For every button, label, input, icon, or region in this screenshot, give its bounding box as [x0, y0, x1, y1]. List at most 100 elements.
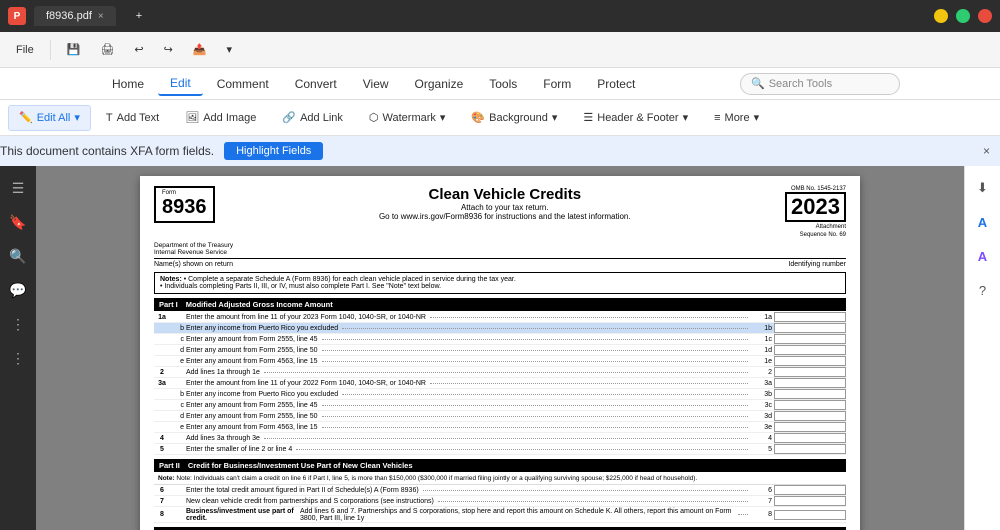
sidebar-comment-icon[interactable]: 💬: [4, 276, 32, 304]
line-2-input[interactable]: [774, 367, 846, 377]
minimize-btn[interactable]: [934, 9, 948, 23]
notes-line1: • Complete a separate Schedule A (Form 8…: [184, 276, 516, 283]
line-6-code: 6: [754, 487, 772, 494]
header-footer-btn[interactable]: ☰ Header & Footer ▾: [572, 105, 699, 131]
sidebar-bookmark-icon[interactable]: 🔖: [4, 208, 32, 236]
ai-icon-2[interactable]: A: [969, 242, 997, 270]
watermark-btn[interactable]: ⬡ Watermark ▾: [358, 105, 457, 131]
form-title-area: Clean Vehicle Credits Attach to your tax…: [225, 186, 786, 221]
menu-tools[interactable]: Tools: [477, 73, 529, 95]
line-3a-input[interactable]: [774, 378, 846, 388]
line-6-row: 6 Enter the total credit amount figured …: [154, 485, 846, 496]
sidebar-search-icon[interactable]: 🔍: [4, 242, 32, 270]
menu-organize[interactable]: Organize: [403, 73, 476, 95]
line-1e-input[interactable]: [774, 356, 846, 366]
line-4-input[interactable]: [774, 433, 846, 443]
edit-all-btn[interactable]: ✏️ Edit All ▾: [8, 105, 91, 131]
watermark-label: Watermark: [383, 112, 436, 124]
menu-home[interactable]: Home: [100, 73, 156, 95]
line-3e-input[interactable]: [774, 422, 846, 432]
title-bar-left: P f8936.pdf × +: [8, 6, 154, 26]
help-icon[interactable]: ?: [969, 276, 997, 304]
menu-comment[interactable]: Comment: [205, 73, 281, 95]
notification-close-btn[interactable]: ×: [983, 144, 990, 158]
line-1d-code: 1d: [754, 347, 772, 354]
line-5-row: 5 Enter the smaller of line 2 or line 4 …: [154, 444, 846, 455]
file-tab[interactable]: f8936.pdf ×: [34, 6, 116, 26]
menu-edit[interactable]: Edit: [158, 72, 203, 96]
line-3d-input[interactable]: [774, 411, 846, 421]
add-image-btn[interactable]: 🖼 Add Image: [174, 105, 267, 131]
part2-note-label: Note:: [158, 475, 176, 482]
line-1d-input[interactable]: [774, 345, 846, 355]
download-icon[interactable]: ⬇: [969, 174, 997, 202]
add-text-btn[interactable]: T Add Text: [95, 105, 170, 131]
part1-header: Part I Modified Adjusted Gross Income Am…: [154, 298, 846, 311]
line-5-input[interactable]: [774, 444, 846, 454]
add-tab-btn[interactable]: +: [124, 6, 154, 26]
dropdown-icon: ▾: [74, 111, 80, 124]
edit-icon: ✏️: [19, 111, 33, 124]
ai-icon-1[interactable]: A: [969, 208, 997, 236]
line-7-desc: New clean vehicle credit from partnershi…: [186, 498, 752, 505]
line-3b-desc: Enter any income from Puerto Rico you ex…: [186, 391, 752, 398]
line-8-input[interactable]: [774, 510, 846, 520]
more-btn[interactable]: ≡ More ▾: [703, 105, 770, 131]
form-subtitle2: Go to www.irs.gov/Form8936 for instructi…: [225, 212, 786, 221]
menu-convert[interactable]: Convert: [283, 73, 349, 95]
sidebar-more1-icon[interactable]: ⋮: [4, 310, 32, 338]
line-6-num: 6: [154, 487, 170, 494]
sidebar-more2-icon[interactable]: ⋮: [4, 344, 32, 372]
form-subtitle1: Attach to your tax return.: [225, 203, 786, 212]
menu-view[interactable]: View: [351, 73, 401, 95]
line-1a-desc: Enter the amount from line 11 of your 20…: [186, 314, 752, 321]
line-2-code: 2: [754, 369, 772, 376]
sidebar-menu-icon[interactable]: ☰: [4, 174, 32, 202]
form-year: 2023: [785, 192, 846, 222]
line-4-desc: Add lines 3a through 3e: [186, 435, 752, 442]
line-1b-input[interactable]: [774, 323, 846, 333]
line-6-input[interactable]: [774, 485, 846, 495]
line-3c-row: c Enter any amount from Form 2555, line …: [154, 400, 846, 411]
sequence-no: Sequence No. 69: [785, 232, 846, 238]
line-1a-num: 1a: [154, 314, 170, 321]
form-title: Clean Vehicle Credits: [225, 186, 786, 203]
line-6-desc: Enter the total credit amount figured in…: [186, 487, 752, 494]
line-3b-input[interactable]: [774, 389, 846, 399]
line-3c-input[interactable]: [774, 400, 846, 410]
part1-label: Part I: [159, 300, 178, 309]
line-3d-desc: Enter any amount from Form 2555, line 50: [186, 413, 752, 420]
line-1c-input[interactable]: [774, 334, 846, 344]
line-3a-code: 3a: [754, 380, 772, 387]
search-placeholder: Search Tools: [769, 78, 832, 90]
highlight-fields-btn[interactable]: Highlight Fields: [224, 142, 323, 160]
line-8-desc: Business/investment use part of credit. …: [186, 508, 752, 522]
line-3d-code: 3d: [754, 413, 772, 420]
line-1c-desc: Enter any amount from Form 2555, line 45: [186, 336, 752, 343]
line-5-desc: Enter the smaller of line 2 or line 4: [186, 446, 752, 453]
close-btn[interactable]: [978, 9, 992, 23]
menu-protect[interactable]: Protect: [585, 73, 647, 95]
share-btn[interactable]: 📤: [185, 37, 215, 63]
undo-btn[interactable]: ↩: [126, 37, 151, 63]
edit-toolbar: ✏️ Edit All ▾ T Add Text 🖼 Add Image 🔗 A…: [0, 100, 1000, 136]
line-1e-sub: e: [172, 358, 184, 365]
background-btn[interactable]: 🎨 Background ▾: [460, 105, 568, 131]
left-sidebar: ☰ 🔖 🔍 💬 ⋮ ⋮: [0, 166, 36, 530]
add-link-btn[interactable]: 🔗 Add Link: [271, 105, 354, 131]
line-7-input[interactable]: [774, 496, 846, 506]
add-text-label: Add Text: [117, 112, 160, 124]
dropdown-btn[interactable]: ▾: [219, 37, 241, 63]
tab-close-btn[interactable]: ×: [98, 11, 104, 22]
more-icon: ≡: [714, 112, 720, 124]
notification-bar: This document contains XFA form fields. …: [0, 136, 1000, 166]
save-btn[interactable]: 💾: [59, 37, 89, 63]
print-btn[interactable]: 🖨: [92, 37, 122, 63]
maximize-btn[interactable]: [956, 9, 970, 23]
search-tools-box[interactable]: 🔍 Search Tools: [740, 73, 900, 95]
line-1d-sub: d: [172, 347, 184, 354]
menu-form[interactable]: Form: [531, 73, 583, 95]
redo-btn[interactable]: ↪: [156, 37, 181, 63]
file-menu-btn[interactable]: File: [8, 37, 42, 63]
line-1a-input[interactable]: [774, 312, 846, 322]
